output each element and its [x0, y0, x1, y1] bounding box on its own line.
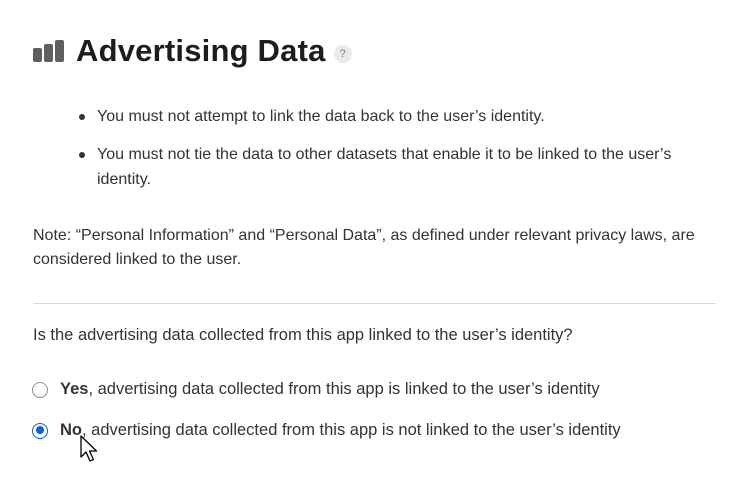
yes-radio[interactable]	[32, 381, 48, 398]
question-label: Is the advertising data collected from t…	[33, 326, 573, 344]
privacy-note: Note: “Personal Information” and “Person…	[33, 227, 695, 268]
option-yes-text: , advertising data collected from this a…	[88, 380, 600, 398]
option-no-label[interactable]: No, advertising data collected from this…	[60, 421, 621, 440]
option-yes-label[interactable]: Yes, advertising data collected from thi…	[60, 380, 600, 399]
option-no-text: , advertising data collected from this a…	[82, 421, 621, 439]
no-radio[interactable]	[32, 422, 48, 439]
mouse-pointer-icon	[80, 435, 98, 462]
option-no[interactable]: No, advertising data collected from this…	[32, 421, 621, 440]
bar-chart-icon	[33, 40, 64, 62]
option-yes[interactable]: Yes, advertising data collected from thi…	[32, 380, 600, 399]
section-header: Advertising Data ?	[33, 30, 352, 72]
list-item: You must not attempt to link the data ba…	[79, 104, 712, 129]
help-icon[interactable]: ?	[333, 44, 352, 63]
option-yes-strong: Yes	[60, 380, 89, 398]
page-title: Advertising Data	[76, 33, 326, 68]
divider	[33, 303, 716, 304]
requirements-list: You must not attempt to link the data ba…	[79, 104, 712, 205]
option-no-strong: No	[60, 421, 82, 439]
list-item: You must not tie the data to other datas…	[79, 142, 712, 192]
